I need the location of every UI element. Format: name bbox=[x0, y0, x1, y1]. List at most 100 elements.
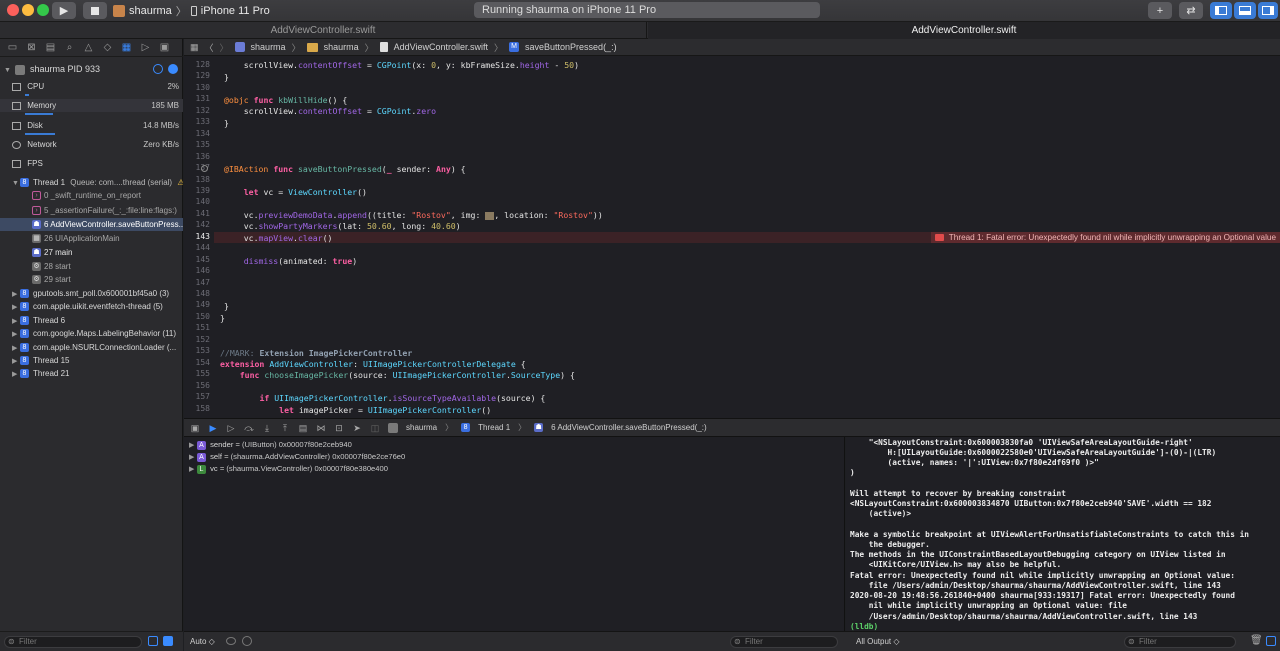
console-output[interactable]: "<NSLayoutConstraint:0x600003830fa0 'UIV… bbox=[846, 437, 1280, 631]
tab-addviewcontroller-2[interactable]: AddViewController.swift bbox=[648, 22, 1280, 39]
split-view-icon[interactable] bbox=[1266, 636, 1276, 646]
jump-item-file[interactable]: AddViewController.swift bbox=[394, 42, 488, 52]
jump-item-project[interactable]: shaurma bbox=[251, 42, 286, 52]
line-number[interactable]: 157 bbox=[184, 392, 210, 401]
line-number[interactable]: 143 bbox=[184, 232, 210, 241]
environment-overrides-icon[interactable]: ⊡ bbox=[334, 423, 344, 433]
source-control-icon[interactable]: ⊠ bbox=[25, 42, 38, 53]
related-items-icon[interactable]: ▦ bbox=[190, 42, 199, 53]
warning-icon[interactable]: △ bbox=[82, 42, 95, 53]
debug-navigator-icon[interactable]: ▦ bbox=[120, 42, 133, 53]
line-number[interactable]: 130 bbox=[184, 83, 210, 92]
line-number[interactable]: 133 bbox=[184, 117, 210, 126]
variables-filter-input[interactable]: ⊜ Filter bbox=[730, 636, 838, 648]
gauge-memory[interactable]: Memory 185 MB bbox=[0, 99, 183, 112]
line-number[interactable]: 135 bbox=[184, 140, 210, 149]
navigator-filter-input[interactable]: ⊜ Filter bbox=[4, 636, 142, 648]
debug-breadcrumb-process[interactable]: shaurma bbox=[406, 423, 437, 432]
thread-row[interactable]: ▶ 8 Thread 15 bbox=[0, 354, 183, 367]
hide-debug-area-icon[interactable]: ▣ bbox=[190, 423, 200, 433]
stack-frame-6-selected[interactable]: ☗ 6 AddViewController.saveButtonPress... bbox=[0, 218, 183, 231]
process-row[interactable]: ▼ shaurma PID 933 bbox=[0, 62, 183, 77]
search-icon[interactable]: ⌕ bbox=[63, 42, 76, 53]
eye-icon[interactable] bbox=[226, 637, 236, 645]
camera-icon[interactable]: ◫ bbox=[370, 423, 380, 433]
report-icon[interactable]: ▣ bbox=[158, 42, 171, 53]
stop-button[interactable] bbox=[83, 2, 107, 19]
trash-icon[interactable]: 🗑 bbox=[1250, 635, 1263, 646]
tab-addviewcontroller-1[interactable]: AddViewController.swift bbox=[0, 22, 647, 39]
line-number[interactable]: 139 bbox=[184, 186, 210, 195]
thread-row[interactable]: ▶ 8 gputools.smt_poll.0x600001bf45a0 (3) bbox=[0, 287, 183, 300]
code-review-button[interactable]: ⇄ bbox=[1179, 2, 1203, 19]
line-number[interactable]: 158 bbox=[184, 404, 210, 413]
minimize-window-button[interactable] bbox=[22, 4, 34, 16]
thread-row[interactable]: ▶ 8 com.apple.NSURLConnectionLoader (... bbox=[0, 341, 183, 354]
back-arrow-icon[interactable]: 〈 bbox=[205, 41, 214, 54]
variable-row[interactable]: ▶ L vc = (shaurma.ViewController) 0x00007… bbox=[189, 464, 388, 474]
line-number[interactable]: 151 bbox=[184, 323, 210, 332]
line-number[interactable]: 132 bbox=[184, 106, 210, 115]
output-selector[interactable]: All Output ◇ bbox=[856, 637, 900, 646]
run-button[interactable]: ▶ bbox=[52, 2, 76, 19]
breakpoints-toggle-icon[interactable]: ▶ bbox=[208, 423, 218, 433]
gauge-disk[interactable]: Disk 14.8 MB/s bbox=[0, 119, 183, 132]
stack-frame-29[interactable]: ⚙ 29 start bbox=[0, 273, 183, 286]
line-number[interactable]: 153 bbox=[184, 346, 210, 355]
debug-breadcrumb-frame[interactable]: 6 AddViewController.saveButtonPressed(_:… bbox=[551, 423, 707, 432]
info-icon[interactable] bbox=[242, 636, 252, 646]
view-hierarchy-icon[interactable]: ▤ bbox=[298, 423, 308, 433]
folder-icon[interactable]: ▭ bbox=[6, 42, 19, 53]
line-number[interactable]: 152 bbox=[184, 335, 210, 344]
jump-item-method[interactable]: saveButtonPressed(_:) bbox=[525, 42, 617, 52]
toggle-navigator-button[interactable] bbox=[1210, 2, 1232, 19]
thread-row[interactable]: ▶ 8 com.google.Maps.LabelingBehavior (11) bbox=[0, 327, 183, 340]
debug-breadcrumb-thread[interactable]: Thread 1 bbox=[478, 423, 510, 432]
line-number[interactable]: 142 bbox=[184, 220, 210, 229]
source-editor[interactable]: 128 129 130 131 132 133 134 135 136 137 138 139 140 1… bbox=[184, 56, 1280, 418]
gauge-network[interactable]: Network Zero KB/s bbox=[0, 138, 183, 151]
variable-row[interactable]: ▶ A sender = (UIButton) 0x00007f80e2ceb94… bbox=[189, 440, 352, 450]
stack-frame-28[interactable]: ⚙ 28 start bbox=[0, 260, 183, 273]
symbol-icon[interactable]: ▤ bbox=[44, 42, 57, 53]
library-button[interactable]: + bbox=[1148, 2, 1172, 19]
variables-scope-selector[interactable]: Auto ◇ bbox=[190, 637, 215, 646]
variable-row[interactable]: ▶ A self = (shaurma.AddViewController) 0x… bbox=[189, 452, 405, 462]
stack-frame-26[interactable]: ▦ 26 UIApplicationMain bbox=[0, 232, 183, 245]
thread-1-row[interactable]: ▼ 8 Thread 1 Queue: com....thread (serial)… bbox=[0, 176, 183, 189]
zoom-window-button[interactable] bbox=[37, 4, 49, 16]
toggle-debug-area-button[interactable] bbox=[1234, 2, 1256, 19]
line-number[interactable]: 129 bbox=[184, 71, 210, 80]
line-number[interactable]: 131 bbox=[184, 94, 210, 103]
line-number[interactable]: 140 bbox=[184, 197, 210, 206]
close-window-button[interactable] bbox=[7, 4, 19, 16]
stack-frame-0[interactable]: › 0 _swift_runtime_on_report bbox=[0, 189, 183, 202]
jump-item-group[interactable]: shaurma bbox=[324, 42, 359, 52]
line-number[interactable]: 154 bbox=[184, 358, 210, 367]
filter-threads-icon[interactable] bbox=[148, 636, 158, 646]
line-number[interactable]: 128 bbox=[184, 60, 210, 69]
continue-icon[interactable]: ▷ bbox=[226, 423, 236, 433]
pause-icon[interactable] bbox=[168, 64, 178, 74]
line-number[interactable]: 148 bbox=[184, 289, 210, 298]
line-number[interactable]: 136 bbox=[184, 152, 210, 161]
step-over-icon[interactable]: ⤼ bbox=[244, 423, 254, 433]
thread-row[interactable]: ▶ 8 com.apple.uikit.eventfetch-thread (5) bbox=[0, 300, 183, 313]
memory-graph-icon[interactable]: ⋈ bbox=[316, 423, 326, 433]
gauge-cpu[interactable]: CPU 2% bbox=[0, 80, 183, 93]
line-number[interactable]: 156 bbox=[184, 381, 210, 390]
line-number[interactable]: 138 bbox=[184, 175, 210, 184]
stack-frame-5[interactable]: › 5 _assertionFailure(_:_:file:line:flags… bbox=[0, 204, 183, 217]
forward-arrow-icon[interactable]: 〉 bbox=[220, 41, 229, 54]
toggle-inspector-button[interactable] bbox=[1258, 2, 1278, 19]
line-number[interactable]: 141 bbox=[184, 209, 210, 218]
simulate-location-icon[interactable]: ➤ bbox=[352, 423, 362, 433]
line-number[interactable]: 145 bbox=[184, 255, 210, 264]
line-number[interactable]: 146 bbox=[184, 266, 210, 275]
step-out-icon[interactable]: ⤒ bbox=[280, 423, 290, 433]
line-number[interactable]: 147 bbox=[184, 278, 210, 287]
line-number[interactable]: 155 bbox=[184, 369, 210, 378]
scheme-selector[interactable]: shaurma 〉 iPhone 11 Pro bbox=[113, 2, 270, 19]
line-number[interactable]: 149 bbox=[184, 300, 210, 309]
line-number[interactable]: 150 bbox=[184, 312, 210, 321]
